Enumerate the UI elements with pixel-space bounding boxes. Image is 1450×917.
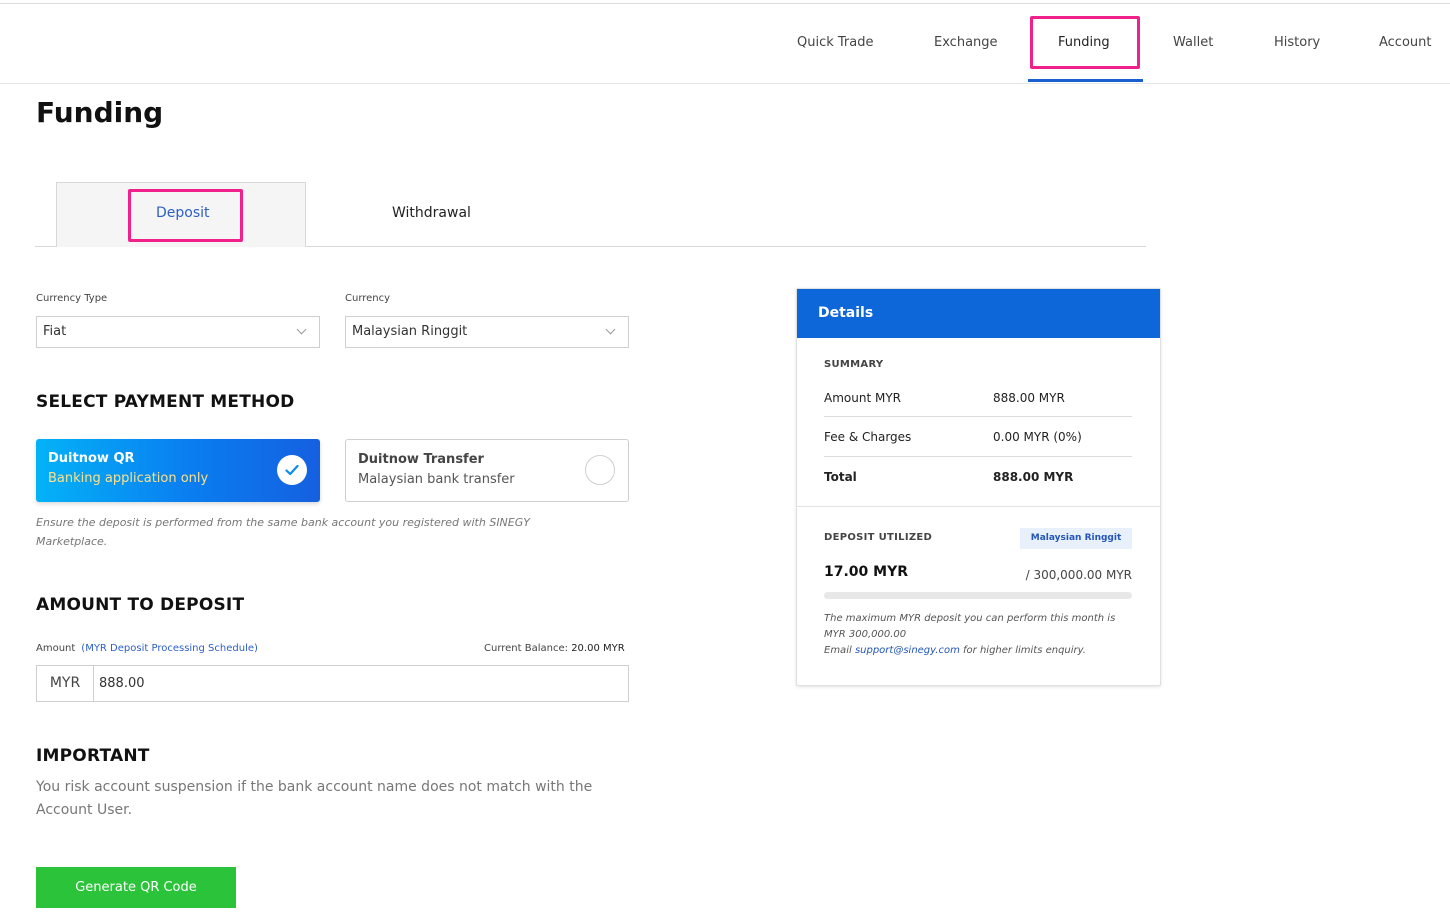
summary-amount-label: Amount MYR <box>824 391 901 405</box>
payment-method-duitnow-transfer[interactable]: Duitnow Transfer Malaysian bank transfer <box>345 439 629 502</box>
amount-heading: AMOUNT TO DEPOSIT <box>36 595 245 615</box>
support-email-link[interactable]: support@sinegy.com <box>855 645 960 656</box>
details-panel: Details SUMMARY Amount MYR 888.00 MYR Fe… <box>796 288 1161 686</box>
nav-exchange[interactable]: Exchange <box>934 4 998 83</box>
nav-quick-trade[interactable]: Quick Trade <box>797 4 873 83</box>
currency-badge: Malaysian Ringgit <box>1020 528 1132 549</box>
nav-history[interactable]: History <box>1274 4 1320 83</box>
email-prefix: Email <box>824 645 852 656</box>
payment-method-subtitle: Malaysian bank transfer <box>358 472 515 487</box>
payment-method-duitnow-qr[interactable]: Duitnow QR Banking application only <box>36 439 320 502</box>
summary-divider <box>824 416 1132 417</box>
currency-select[interactable]: Malaysian Ringgit <box>345 316 629 348</box>
currency-label: Currency <box>345 293 391 304</box>
chevron-down-icon <box>605 324 616 335</box>
summary-divider <box>824 456 1132 457</box>
balance-label: Current Balance: <box>484 643 568 654</box>
deposit-limit-note: The maximum MYR deposit you can perform … <box>824 611 1134 659</box>
deposit-limit-value: / 300,000.00 MYR <box>1025 568 1132 582</box>
nav-active-underline <box>1028 79 1143 82</box>
balance-value: 20.00 MYR <box>571 643 625 654</box>
payment-method-title: Duitnow Transfer <box>358 452 484 467</box>
currency-type-label: Currency Type <box>36 293 108 304</box>
currency-type-value: Fiat <box>43 324 67 339</box>
summary-heading: SUMMARY <box>824 359 884 370</box>
summary-total-label: Total <box>824 470 857 484</box>
radio-empty-icon <box>585 455 615 485</box>
amount-input[interactable]: 888.00 <box>99 666 145 701</box>
details-title: Details <box>797 289 1160 338</box>
payment-note: Ensure the deposit is performed from the… <box>36 516 530 548</box>
email-suffix: for higher limits enquiry. <box>963 645 1086 656</box>
payment-method-title: Duitnow QR <box>48 451 135 466</box>
important-text: You risk account suspension if the bank … <box>36 779 593 818</box>
important-heading: IMPORTANT <box>36 746 150 766</box>
page-title: Funding <box>36 96 164 129</box>
details-section-separator <box>797 506 1160 507</box>
deposit-utilized-value: 17.00 MYR <box>824 564 909 580</box>
generate-qr-button[interactable]: Generate QR Code <box>36 867 236 908</box>
amount-currency-prefix: MYR <box>37 666 94 701</box>
tab-deposit-label: Deposit <box>156 205 210 221</box>
nav-account[interactable]: Account <box>1379 4 1432 83</box>
deposit-progress-bar <box>824 592 1132 599</box>
current-balance: Current Balance: 20.00 MYR <box>484 643 625 654</box>
summary-fee-value: 0.00 MYR (0%) <box>993 430 1082 444</box>
amount-label: Amount <box>36 643 76 654</box>
nav-funding[interactable]: Funding <box>1058 4 1110 83</box>
deposit-utilized-heading: DEPOSIT UTILIZED <box>824 532 933 543</box>
payment-method-heading: SELECT PAYMENT METHOD <box>36 392 295 412</box>
summary-amount-value: 888.00 MYR <box>993 391 1065 405</box>
chevron-down-icon <box>296 324 307 335</box>
check-icon <box>277 455 307 485</box>
top-navbar: Quick Trade Exchange Funding Wallet Hist… <box>0 4 1450 84</box>
payment-method-subtitle: Banking application only <box>48 471 209 486</box>
summary-fee-label: Fee & Charges <box>824 430 912 444</box>
tab-withdrawal[interactable]: Withdrawal <box>392 205 471 221</box>
currency-type-select[interactable]: Fiat <box>36 316 320 348</box>
nav-wallet[interactable]: Wallet <box>1173 4 1213 83</box>
currency-value: Malaysian Ringgit <box>352 324 468 339</box>
summary-total-value: 888.00 MYR <box>993 470 1074 484</box>
deposit-limit-note-text: The maximum MYR deposit you can perform … <box>824 613 1116 640</box>
amount-label-row: Amount (MYR Deposit Processing Schedule) <box>36 643 258 654</box>
tab-deposit[interactable]: Deposit <box>56 182 306 247</box>
deposit-schedule-link[interactable]: (MYR Deposit Processing Schedule) <box>81 643 258 654</box>
amount-field: MYR 888.00 <box>36 665 629 702</box>
